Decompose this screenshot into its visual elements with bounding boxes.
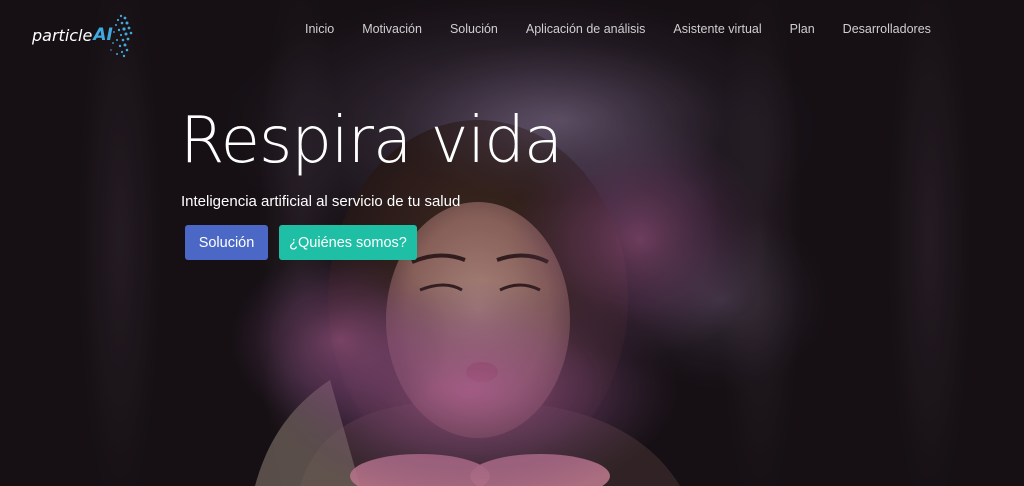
particle-face-icon — [110, 14, 133, 58]
hero-background — [0, 0, 1024, 486]
hero-title: Respira vida — [180, 104, 563, 178]
brand-logo[interactable]: particle AI — [32, 10, 133, 60]
nav-item-asistente-virtual[interactable]: Asistente virtual — [659, 22, 775, 40]
main-nav: Inicio Motivación Solución Aplicación de… — [291, 22, 945, 40]
hero-photo — [0, 0, 1024, 486]
nav-item-aplicacion-analisis[interactable]: Aplicación de análisis — [512, 22, 660, 40]
nav-item-solucion[interactable]: Solución — [436, 22, 512, 40]
nav-item-motivacion[interactable]: Motivación — [348, 22, 436, 40]
quienes-somos-button[interactable]: ¿Quiénes somos? — [279, 225, 417, 260]
nav-item-desarrolladores[interactable]: Desarrolladores — [829, 22, 945, 40]
solucion-button[interactable]: Solución — [185, 225, 268, 260]
hero-subtitle: Inteligencia artificial al servicio de t… — [181, 193, 461, 210]
nav-item-plan[interactable]: Plan — [776, 22, 829, 40]
brand-name: particle — [32, 25, 93, 45]
nav-item-inicio[interactable]: Inicio — [291, 22, 348, 40]
